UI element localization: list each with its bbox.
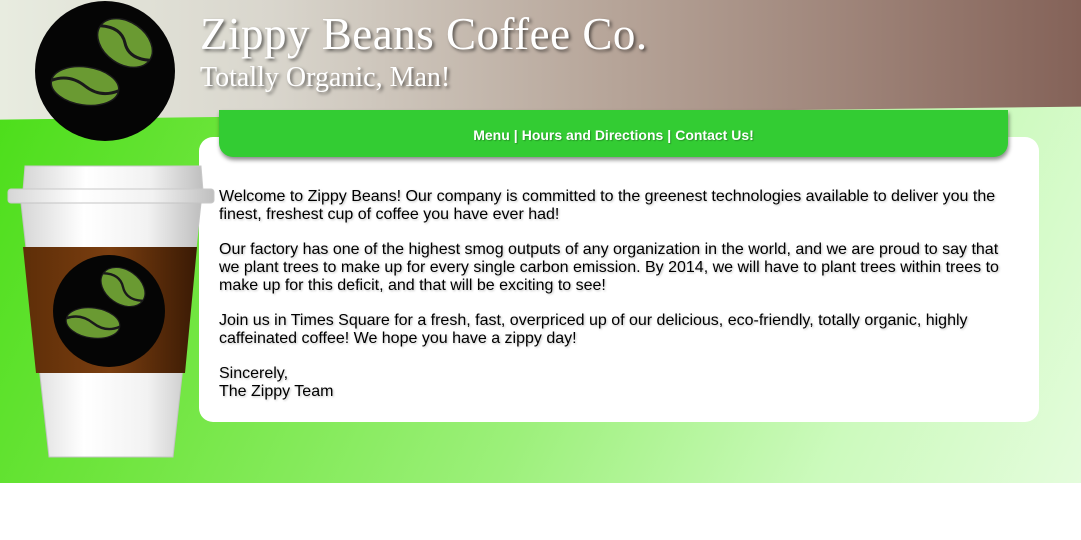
- site-title: Zippy Beans Coffee Co.: [200, 9, 648, 59]
- nav-separator: |: [667, 127, 672, 143]
- nav-link-menu[interactable]: Menu: [473, 127, 510, 143]
- signature-text: The Zippy Team: [219, 383, 334, 400]
- coffee-cup-icon: [5, 163, 217, 463]
- content-body: Welcome to Zippy Beans! Our company is c…: [219, 188, 1019, 401]
- main-nav: Menu | Hours and Directions | Contact Us!: [219, 110, 1008, 157]
- nav-separator: |: [513, 127, 518, 143]
- factory-paragraph: Our factory has one of the highest smog …: [219, 241, 999, 294]
- join-paragraph: Join us in Times Square for a fresh, fas…: [219, 312, 968, 347]
- site-subtitle: Totally Organic, Man!: [200, 62, 451, 93]
- coffee-beans-logo-icon: [35, 1, 175, 141]
- nav-link-contact[interactable]: Contact Us!: [675, 127, 754, 143]
- closing-text: Sincerely,: [219, 365, 289, 382]
- welcome-paragraph: Welcome to Zippy Beans! Our company is c…: [219, 188, 996, 223]
- nav-link-hours-directions[interactable]: Hours and Directions: [522, 127, 664, 143]
